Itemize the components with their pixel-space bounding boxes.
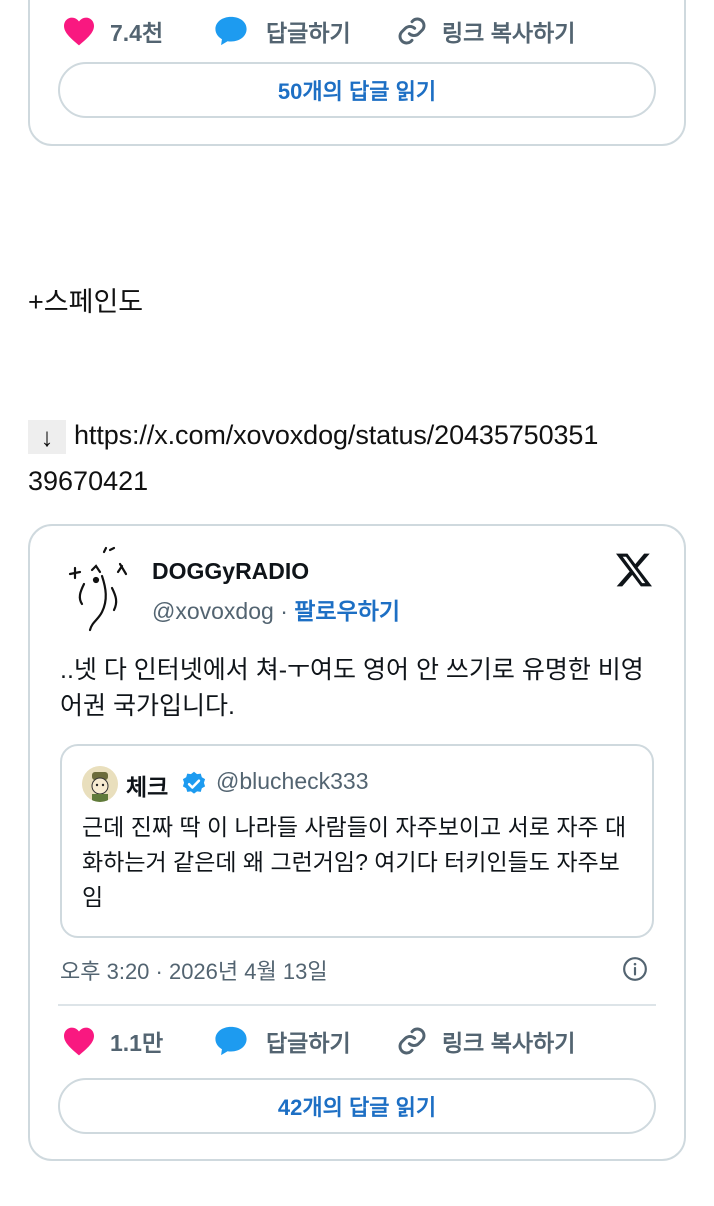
reply-label: 답글하기	[266, 1030, 351, 1056]
speech-bubble-icon	[215, 1026, 247, 1056]
follow-button[interactable]: 팔로우하기	[294, 598, 400, 624]
like-button[interactable]: 7.4천	[62, 14, 214, 48]
like-count: 7.4천	[110, 20, 164, 46]
tweet-actions-top: 7.4천 답글하기 링크 복사하기	[62, 8, 652, 54]
tweet-timestamp[interactable]: 오후 3:20 · 2026년 4월 13일	[60, 954, 328, 986]
meta-separator: ·	[280, 598, 288, 624]
x-logo-icon[interactable]	[614, 552, 654, 588]
link-icon	[398, 1027, 426, 1055]
author-name[interactable]: DOGGyRADIO	[152, 558, 309, 585]
verified-badge-icon	[182, 771, 206, 794]
quoted-tweet[interactable]: 체크 @blucheck333 근데 진짜 딱 이 나라들 사람들이 자주보이고…	[60, 744, 654, 938]
embedded-tweet-card-top: 7.4천 답글하기 링크 복사하기 50개의 답글 읽기	[28, 0, 686, 146]
info-icon[interactable]	[622, 956, 648, 982]
heart-icon	[64, 17, 94, 46]
tweet-url-part1[interactable]: https://x.com/xovoxdog/status/2043575035…	[74, 420, 598, 450]
embedded-tweet-card: DOGGyRADIO @xovoxdog · 팔로우하기 ..넷 다 인터넷에서…	[28, 524, 686, 1161]
doggy-avatar[interactable]	[62, 544, 156, 638]
copy-link-label: 링크 복사하기	[442, 20, 576, 46]
tweet-actions: 1.1만 답글하기 링크 복사하기	[62, 1018, 652, 1064]
divider	[58, 1004, 656, 1006]
like-button[interactable]: 1.1만	[62, 1024, 214, 1058]
heart-icon	[64, 1027, 94, 1056]
author-meta: @xovoxdog · 팔로우하기	[152, 592, 400, 626]
tweet-url-part2[interactable]: 39670421	[28, 466, 148, 497]
quote-author-handle: @blucheck333	[216, 768, 369, 794]
copy-link-button[interactable]: 링크 복사하기	[396, 1024, 575, 1058]
speech-bubble-icon	[215, 16, 247, 46]
plus-spain-text: +스페인도	[28, 287, 144, 317]
copy-link-button[interactable]: 링크 복사하기	[396, 14, 575, 48]
quote-text: 근데 진짜 딱 이 나라들 사람들이 자주보이고 서로 자주 대화하는거 같은데…	[82, 814, 627, 910]
like-count: 1.1만	[110, 1030, 164, 1056]
down-arrow-icon: ↓	[28, 420, 66, 454]
reply-button[interactable]: 답글하기	[214, 14, 396, 48]
quote-avatar	[82, 766, 118, 802]
reply-button[interactable]: 답글하기	[214, 1024, 396, 1058]
read-replies-button[interactable]: 50개의 답글 읽기	[58, 62, 656, 118]
link-icon	[398, 17, 426, 45]
author-handle[interactable]: @xovoxdog	[152, 598, 274, 624]
link-line-1: ↓ https://x.com/xovoxdog/status/204357503…	[28, 420, 598, 454]
read-replies-button[interactable]: 42개의 답글 읽기	[58, 1078, 656, 1134]
reply-label: 답글하기	[266, 20, 351, 46]
tweet-text: ..넷 다 인터넷에서 쳐-ㅜ여도 영어 안 쓰기로 유명한 비영어권 국가입니…	[60, 656, 644, 720]
copy-link-label: 링크 복사하기	[442, 1030, 576, 1056]
quote-author-name: 체크	[126, 774, 169, 800]
